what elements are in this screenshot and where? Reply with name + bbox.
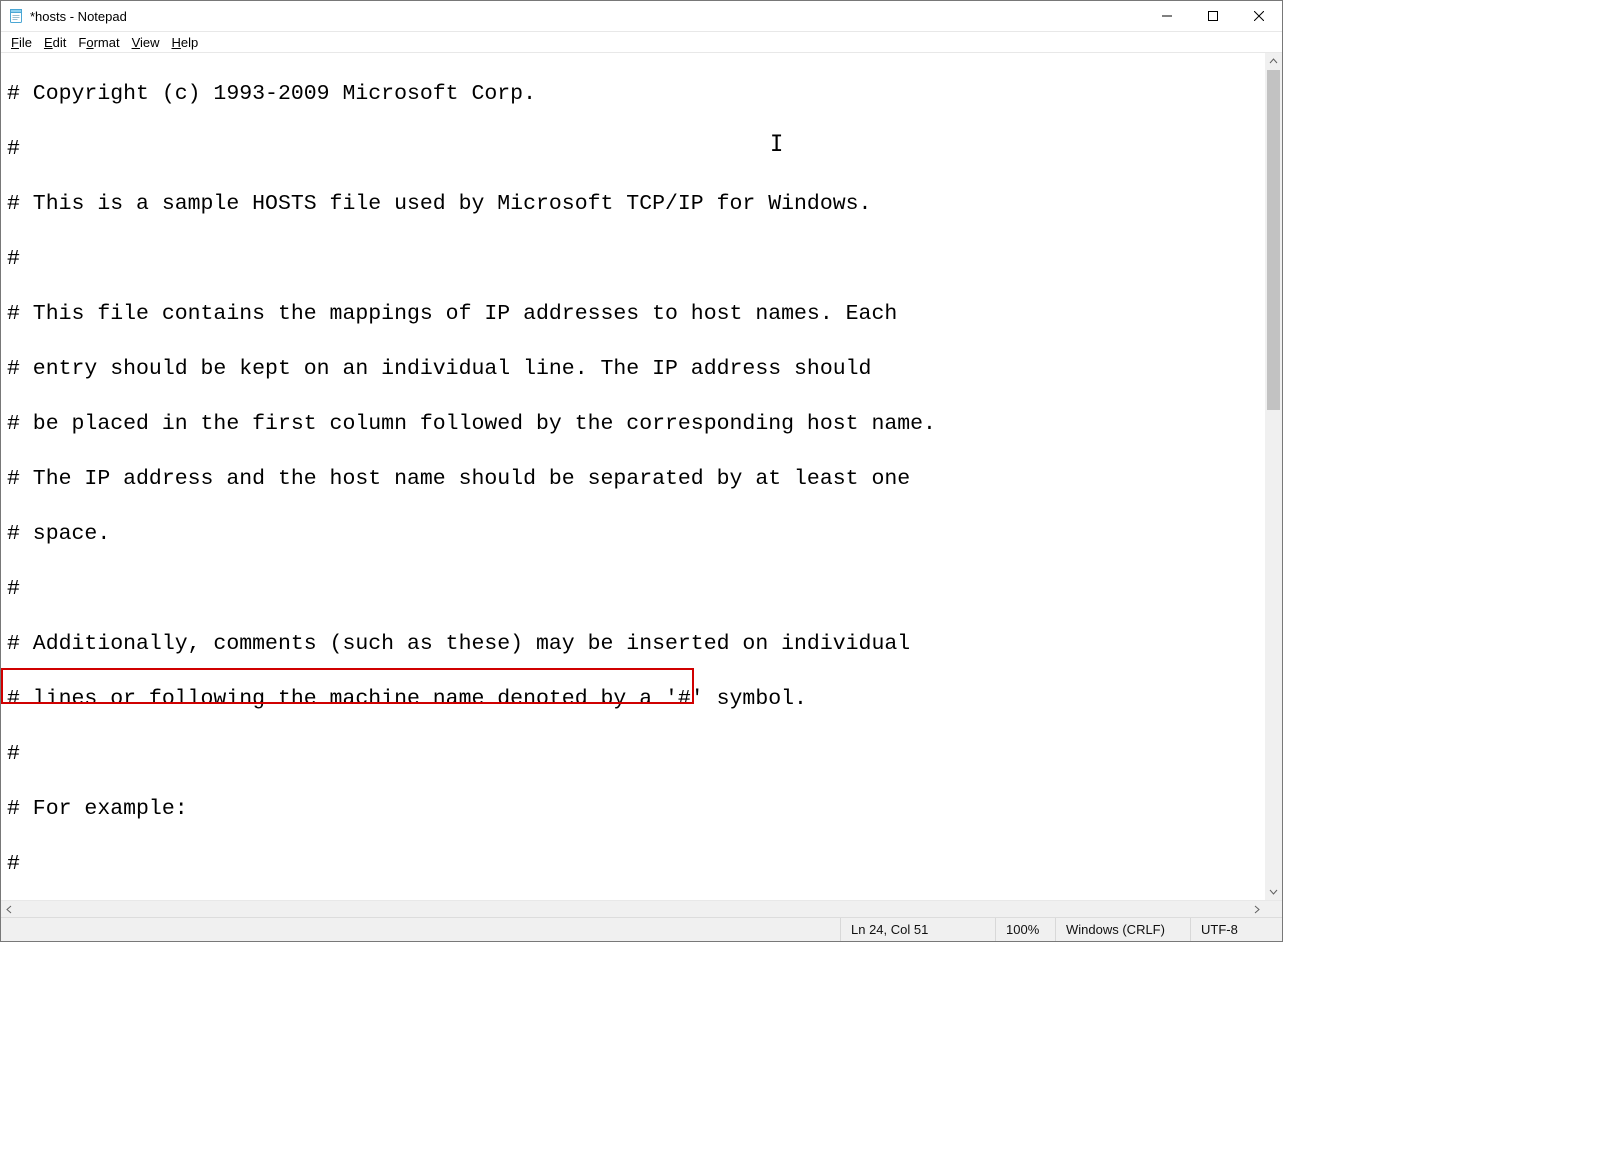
line: # This file contains the mappings of IP … — [7, 301, 1259, 329]
line: # For example: — [7, 796, 1259, 824]
editor-area: # Copyright (c) 1993-2009 Microsoft Corp… — [1, 52, 1282, 900]
menu-view[interactable]: View — [126, 34, 166, 51]
menu-edit[interactable]: Edit — [38, 34, 72, 51]
statusbar: Ln 24, Col 51 100% Windows (CRLF) UTF-8 — [1, 917, 1282, 941]
scroll-left-button[interactable] — [1, 901, 18, 917]
line: # Additionally, comments (such as these)… — [7, 631, 1259, 659]
scroll-corner — [1265, 901, 1282, 917]
line: # This is a sample HOSTS file used by Mi… — [7, 191, 1259, 219]
line: # lines or following the machine name de… — [7, 686, 1259, 714]
line: # — [7, 851, 1259, 879]
close-button[interactable] — [1236, 1, 1282, 32]
line: # space. — [7, 521, 1259, 549]
scroll-up-button[interactable] — [1265, 53, 1282, 70]
status-eol: Windows (CRLF) — [1055, 918, 1190, 941]
menu-help[interactable]: Help — [166, 34, 205, 51]
status-zoom: 100% — [995, 918, 1055, 941]
line: # — [7, 246, 1259, 274]
horizontal-scrollbar-row — [1, 900, 1282, 917]
maximize-button[interactable] — [1190, 1, 1236, 32]
window-controls — [1144, 1, 1282, 32]
window-title: *hosts - Notepad — [30, 9, 127, 24]
text-editor[interactable]: # Copyright (c) 1993-2009 Microsoft Corp… — [1, 53, 1265, 900]
line: # — [7, 741, 1259, 769]
line: # Copyright (c) 1993-2009 Microsoft Corp… — [7, 81, 1259, 109]
line: # entry should be kept on an individual … — [7, 356, 1259, 384]
vertical-scrollbar[interactable] — [1265, 53, 1282, 900]
menubar: File Edit Format View Help — [1, 32, 1282, 52]
horizontal-scrollbar[interactable] — [1, 901, 1265, 917]
notepad-window: *hosts - Notepad File Edit Format View H… — [0, 0, 1283, 942]
scroll-down-button[interactable] — [1265, 883, 1282, 900]
scroll-thumb[interactable] — [1267, 70, 1280, 410]
line: # — [7, 576, 1259, 604]
line: # be placed in the first column followed… — [7, 411, 1259, 439]
line: # — [7, 136, 1259, 164]
notepad-icon — [8, 8, 24, 24]
scroll-right-button[interactable] — [1248, 901, 1265, 917]
line: # The IP address and the host name shoul… — [7, 466, 1259, 494]
menu-format[interactable]: Format — [72, 34, 125, 51]
status-position: Ln 24, Col 51 — [840, 918, 995, 941]
menu-file[interactable]: File — [5, 34, 38, 51]
titlebar[interactable]: *hosts - Notepad — [1, 1, 1282, 32]
minimize-button[interactable] — [1144, 1, 1190, 32]
status-encoding: UTF-8 — [1190, 918, 1282, 941]
